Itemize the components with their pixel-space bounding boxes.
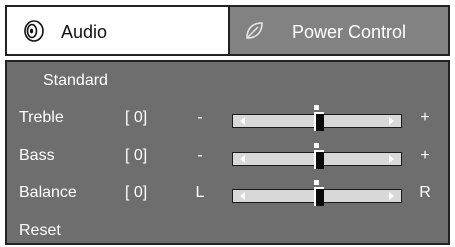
audio-settings-panel: Standard Treble [ 0] - + Bass [ 0] - + B… bbox=[5, 60, 450, 245]
balance-slider[interactable] bbox=[232, 180, 402, 208]
slider-knob[interactable] bbox=[314, 112, 324, 131]
bass-label: Bass bbox=[19, 147, 55, 164]
arrow-right-icon bbox=[389, 192, 394, 200]
treble-row[interactable]: Treble [ 0] - + bbox=[7, 104, 448, 134]
balance-min-label: L bbox=[195, 184, 205, 201]
treble-max-label: + bbox=[420, 109, 430, 126]
treble-slider[interactable] bbox=[232, 105, 402, 133]
balance-label: Balance bbox=[19, 184, 77, 201]
speaker-icon bbox=[24, 20, 44, 42]
arrow-left-icon bbox=[240, 155, 245, 163]
tab-power-control[interactable]: Power Control bbox=[228, 5, 450, 56]
slider-center-marker bbox=[314, 143, 319, 148]
leaf-icon bbox=[246, 22, 263, 39]
slider-center-marker bbox=[314, 105, 319, 110]
treble-label: Treble bbox=[19, 109, 64, 126]
balance-value: [ 0] bbox=[125, 184, 148, 201]
arrow-right-icon bbox=[389, 155, 394, 163]
slider-knob[interactable] bbox=[314, 150, 324, 169]
arrow-right-icon bbox=[389, 117, 394, 125]
tab-bar: Audio Power Control bbox=[5, 5, 450, 56]
arrow-left-icon bbox=[240, 117, 245, 125]
bass-slider[interactable] bbox=[232, 143, 402, 171]
balance-max-label: R bbox=[419, 184, 431, 201]
tab-audio-label: Audio bbox=[61, 22, 108, 42]
audio-preset-selector[interactable]: Standard bbox=[43, 72, 108, 90]
bass-max-label: + bbox=[420, 147, 430, 164]
bass-row[interactable]: Bass [ 0] - + bbox=[7, 142, 448, 172]
slider-center-marker bbox=[314, 180, 319, 185]
arrow-left-icon bbox=[240, 192, 245, 200]
bass-min-label: - bbox=[197, 147, 203, 164]
slider-knob[interactable] bbox=[314, 187, 324, 206]
bass-value: [ 0] bbox=[125, 147, 148, 164]
balance-row[interactable]: Balance [ 0] L R bbox=[7, 179, 448, 209]
treble-value: [ 0] bbox=[125, 109, 148, 126]
reset-button[interactable]: Reset bbox=[19, 222, 61, 240]
tab-power-control-label: Power Control bbox=[292, 22, 407, 42]
tab-audio[interactable]: Audio bbox=[5, 5, 230, 56]
treble-min-label: - bbox=[197, 109, 203, 126]
